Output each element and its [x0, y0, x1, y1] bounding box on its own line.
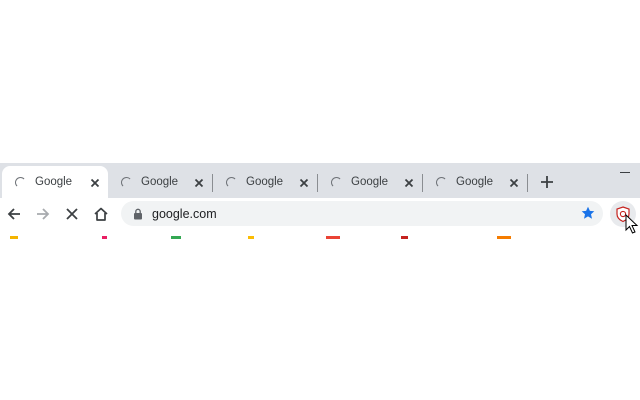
bookmark-favicon[interactable] — [497, 236, 511, 239]
bookmark-favicon[interactable] — [102, 236, 107, 239]
tab-title: Google — [141, 176, 179, 188]
loading-spinner-icon — [15, 177, 26, 188]
loading-spinner-icon — [226, 177, 237, 188]
new-tab-plus-icon[interactable] — [538, 173, 556, 191]
minimize-icon[interactable] — [620, 172, 630, 173]
tab-title: Google — [246, 176, 284, 188]
loading-spinner-icon — [121, 177, 132, 188]
loading-spinner-icon — [331, 177, 342, 188]
stop-loading-button[interactable] — [62, 204, 82, 224]
bookmark-favicon[interactable] — [401, 236, 408, 239]
bookmark-favicon[interactable] — [326, 236, 340, 239]
arrow-left-icon — [7, 208, 20, 220]
close-icon — [66, 208, 78, 220]
address-bar[interactable]: google.com — [121, 201, 603, 226]
tab-1[interactable]: Google — [2, 166, 108, 198]
tab-4[interactable]: Google — [318, 166, 422, 198]
arrow-right-icon — [37, 208, 50, 220]
bookmark-favicon[interactable] — [10, 236, 18, 239]
close-tab-icon[interactable] — [88, 176, 102, 190]
tab-3[interactable]: Google — [213, 166, 317, 198]
close-tab-icon[interactable] — [402, 176, 416, 190]
forward-button[interactable] — [33, 204, 53, 224]
tab-title: Google — [456, 176, 494, 188]
loading-spinner-icon — [436, 177, 447, 188]
tab-title: Google — [35, 176, 73, 188]
tab-title: Google — [351, 176, 389, 188]
close-tab-icon[interactable] — [507, 176, 521, 190]
close-tab-icon[interactable] — [192, 176, 206, 190]
mouse-pointer-icon — [625, 214, 639, 234]
tab-strip: Google Google Google Google Google — [0, 163, 640, 198]
toolbar: google.com — [0, 198, 640, 230]
home-button[interactable] — [91, 204, 111, 224]
back-button[interactable] — [4, 204, 24, 224]
star-icon[interactable] — [581, 206, 595, 220]
tab-5[interactable]: Google — [423, 166, 527, 198]
bookmark-favicon[interactable] — [171, 236, 181, 239]
lock-icon[interactable] — [132, 208, 144, 220]
home-icon — [94, 207, 108, 221]
bookmarks-bar — [0, 230, 640, 243]
tab-separator — [527, 174, 528, 192]
bookmark-favicon[interactable] — [248, 236, 254, 239]
tab-2[interactable]: Google — [108, 166, 212, 198]
browser-window: Google Google Google Google Google googl… — [0, 163, 640, 243]
url-text[interactable]: google.com — [152, 207, 217, 221]
close-tab-icon[interactable] — [297, 176, 311, 190]
